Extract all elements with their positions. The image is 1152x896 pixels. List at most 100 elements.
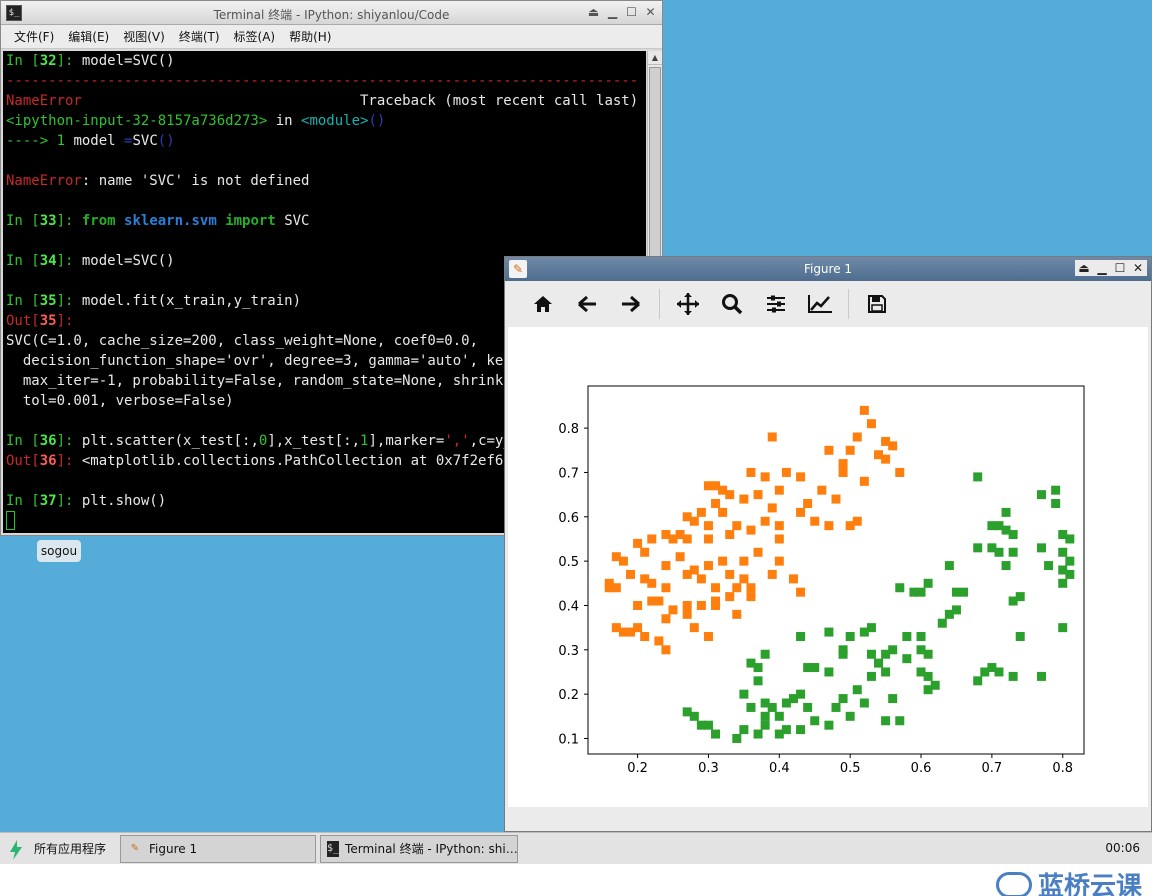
- menu-file[interactable]: 文件(F): [7, 28, 61, 45]
- scatter-point: [796, 507, 806, 517]
- taskbar-item-terminal[interactable]: $_ Terminal 终端 - IPython: shi…: [320, 834, 518, 863]
- y-tick-label: 0.3: [558, 644, 579, 659]
- zoom-icon[interactable]: [710, 289, 754, 319]
- forward-arrow-icon[interactable]: [609, 289, 653, 319]
- figure-icon: ✎: [130, 842, 140, 854]
- terminal-line: In [32]: model=SVC(): [6, 51, 646, 71]
- scatter-point: [888, 694, 898, 704]
- terminal-text: ----------------------------------------…: [6, 73, 639, 89]
- scatter-point: [973, 676, 983, 686]
- menu-view[interactable]: 视图(V): [116, 28, 172, 45]
- text-cursor: [6, 511, 15, 530]
- scatter-point: [739, 574, 749, 584]
- scatter-point: [689, 711, 699, 721]
- close-button[interactable]: ✕: [1131, 260, 1145, 276]
- minimize-button[interactable]: ▁: [605, 4, 620, 20]
- terminal-text: sklearn.svm: [124, 213, 217, 229]
- menu-help[interactable]: 帮助(H): [282, 28, 338, 45]
- scatter-point: [881, 649, 891, 659]
- scatter-point: [633, 600, 643, 610]
- pan-icon[interactable]: [666, 289, 710, 319]
- menu-edit[interactable]: 编辑(E): [61, 28, 116, 45]
- scatter-point: [866, 671, 876, 681]
- figure-canvas[interactable]: 0.2 0.3 0.4 0.5 0.6 0.7 0.8 0.1 0.2 0.3 0.4 0.5 0.6 0…: [508, 327, 1148, 807]
- menu-tabs[interactable]: 标签(A): [227, 28, 283, 45]
- scatter-point: [668, 605, 678, 615]
- scatter-point: [661, 645, 671, 655]
- scatter-point: [859, 405, 869, 415]
- scatter-point: [1065, 569, 1075, 579]
- scatter-point: [682, 534, 692, 544]
- scatter-point: [796, 689, 806, 699]
- scatter-point: [1015, 632, 1025, 642]
- scatter-point: [923, 671, 933, 681]
- scatter-point: [930, 680, 940, 690]
- scatter-point: [718, 507, 728, 517]
- scatter-point: [845, 711, 855, 721]
- scatter-point: [739, 556, 749, 566]
- scatter-point: [824, 521, 834, 531]
- shade-button[interactable]: ⏏: [586, 4, 601, 20]
- scatter-point: [803, 498, 813, 508]
- terminal-text: In [: [6, 293, 40, 309]
- scatter-point: [852, 685, 862, 695]
- clock: 00:06: [1105, 841, 1140, 855]
- scatter-point: [661, 583, 671, 593]
- sogou-ime-indicator[interactable]: sogou: [37, 540, 81, 562]
- scatter-point: [1065, 556, 1075, 566]
- terminal-text: Out[: [6, 313, 40, 329]
- scatter-point: [845, 445, 855, 455]
- taskbar: 所有应用程序 ✎ Figure 1 $_ Terminal 终端 - IPyth…: [0, 832, 1152, 864]
- scatter-point: [633, 623, 643, 633]
- maximize-button[interactable]: ☐: [1113, 260, 1127, 276]
- scatter-point: [618, 556, 628, 566]
- terminal-text: ]:: [56, 313, 74, 329]
- scatter-point: [732, 733, 742, 743]
- save-icon[interactable]: [855, 289, 899, 319]
- figure-toolbar: [505, 281, 1151, 327]
- start-menu-button[interactable]: 所有应用程序: [0, 834, 120, 864]
- scatter-point: [703, 521, 713, 531]
- y-tick-label: 0.2: [558, 688, 579, 703]
- scatter-point: [647, 534, 657, 544]
- scatter-point: [739, 494, 749, 504]
- scatter-point: [760, 720, 770, 730]
- scatter-point: [810, 716, 820, 726]
- terminal-titlebar[interactable]: $_ Terminal 终端 - IPython: shiyanlou/Code…: [1, 1, 662, 25]
- figure-titlebar[interactable]: ✎ Figure 1 ⏏ ▁ ☐ ✕: [505, 257, 1151, 281]
- terminal-text: (): [157, 133, 175, 149]
- scatter-point: [711, 583, 721, 593]
- figure-window[interactable]: ✎ Figure 1 ⏏ ▁ ☐ ✕ 0.2 0.3 0.4 0.5 0.6 0…: [504, 256, 1152, 832]
- maximize-button[interactable]: ☐: [624, 4, 639, 20]
- scatter-point: [824, 445, 834, 455]
- close-button[interactable]: ✕: [643, 4, 658, 20]
- x-tick-label: 0.5: [840, 761, 861, 776]
- scatter-point: [916, 587, 926, 597]
- shade-button[interactable]: ⏏: [1077, 260, 1091, 276]
- scatter-point: [796, 472, 806, 482]
- home-icon[interactable]: [521, 289, 565, 319]
- back-arrow-icon[interactable]: [565, 289, 609, 319]
- scatter-point: [626, 569, 636, 579]
- menu-terminal[interactable]: 终端(T): [172, 28, 227, 45]
- scatter-point: [774, 556, 784, 566]
- terminal-text: 37: [39, 493, 57, 509]
- minimize-button[interactable]: ▁: [1095, 260, 1109, 276]
- scatter-point: [944, 561, 954, 571]
- scatter-point: [1036, 490, 1046, 500]
- scatter-point: [959, 587, 969, 597]
- edit-axis-icon[interactable]: [798, 289, 842, 319]
- scatter-point: [1001, 561, 1011, 571]
- scroll-up-icon[interactable]: ▲: [648, 51, 662, 65]
- scatter-point: [696, 507, 706, 517]
- terminal-text: Traceback (most recent call last): [81, 93, 639, 109]
- scatter-point: [725, 569, 735, 579]
- terminal-menubar: 文件(F) 编辑(E) 视图(V) 终端(T) 标签(A) 帮助(H): [1, 25, 662, 49]
- scatter-point: [640, 632, 650, 642]
- scatter-point: [1044, 561, 1054, 571]
- scatter-point: [1051, 485, 1061, 495]
- subplots-config-icon[interactable]: [754, 289, 798, 319]
- taskbar-item-figure[interactable]: ✎ Figure 1: [120, 834, 316, 863]
- scatter-point: [845, 632, 855, 642]
